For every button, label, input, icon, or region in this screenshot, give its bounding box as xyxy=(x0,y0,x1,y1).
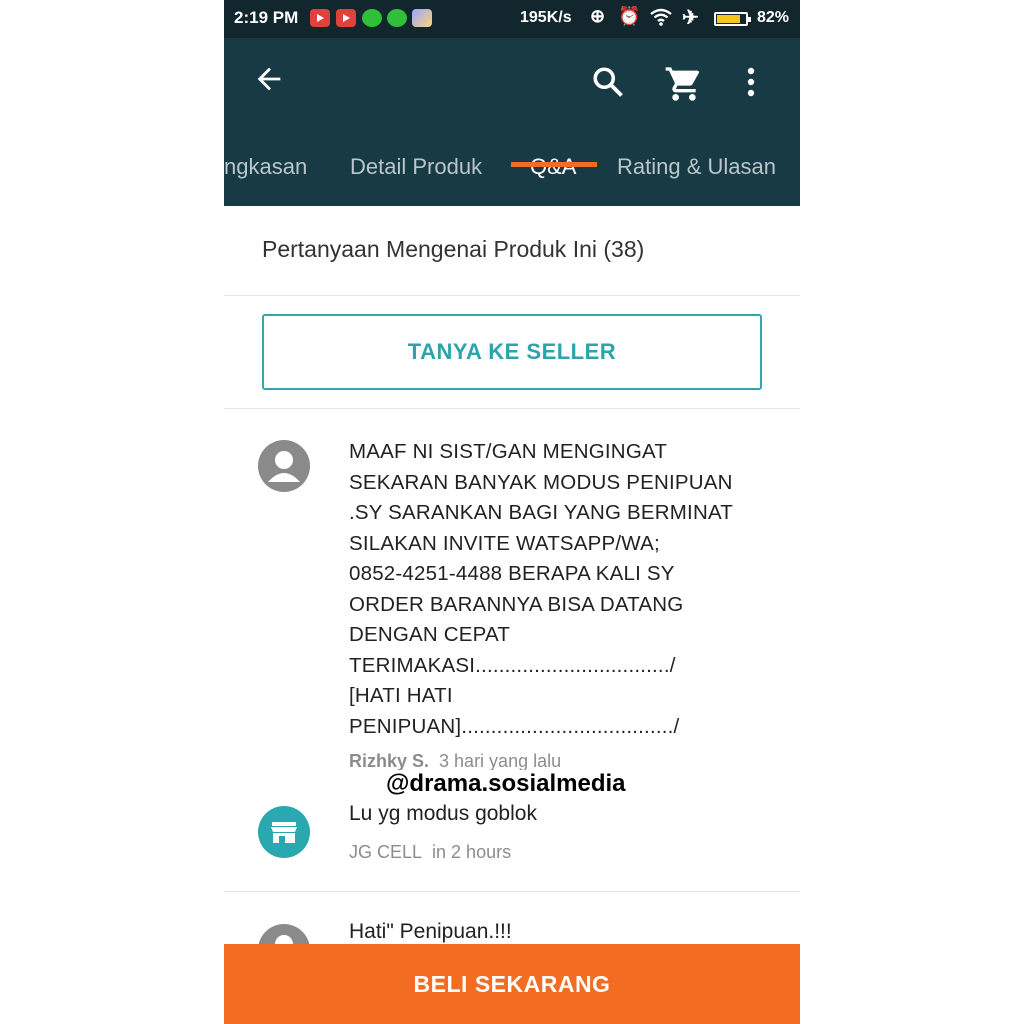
youtube-icon xyxy=(336,9,356,27)
airplane-icon: ✈ xyxy=(682,7,699,29)
user-avatar-icon xyxy=(258,440,310,492)
status-time: 2:19 PM xyxy=(234,8,299,27)
cart-icon[interactable] xyxy=(664,64,704,104)
reply-text: Lu yg modus goblok xyxy=(349,802,537,825)
buy-now-button[interactable]: BELI SEKARANG xyxy=(224,944,800,1024)
active-tab-indicator xyxy=(511,162,597,167)
battery-level xyxy=(717,15,740,23)
wifi-icon xyxy=(650,8,672,26)
reply-author[interactable]: JG CELL xyxy=(349,842,422,862)
watermark: @drama.sosialmedia xyxy=(384,770,628,798)
question-text: MAAF NI SIST/GAN MENGINGAT SEKARAN BANYA… xyxy=(349,440,734,738)
sync-icon: ⊕ xyxy=(590,6,606,26)
search-icon[interactable] xyxy=(590,64,626,100)
battery-percent: 82% xyxy=(757,9,790,26)
reply-meta: JG CELL in 2 hours xyxy=(349,842,511,863)
tab-qa[interactable]: Q&A xyxy=(530,154,576,180)
divider xyxy=(224,891,800,892)
net-speed: 195K/s xyxy=(520,9,572,26)
question-author[interactable]: Rizhky S. xyxy=(349,751,429,771)
status-bar: 2:19 PM 195K/s ⊕ ⏰ ✈ 82% xyxy=(224,0,800,38)
tab-ringkasan[interactable]: ngkasan xyxy=(224,154,307,180)
divider xyxy=(224,408,800,409)
question-meta: Rizhky S. 3 hari yang lalu xyxy=(349,751,561,772)
line-icon xyxy=(387,9,407,27)
tab-detail-produk[interactable]: Detail Produk xyxy=(350,154,482,180)
reply-time: in 2 hours xyxy=(432,842,512,862)
divider xyxy=(224,295,800,296)
gallery-icon xyxy=(412,9,432,27)
phone-screen: 2:19 PM 195K/s ⊕ ⏰ ✈ 82% ngkasan Detail … xyxy=(224,0,800,1024)
tab-bar: ngkasan Detail Produk Q&A Rating & Ulasa… xyxy=(224,148,800,204)
line-icon xyxy=(362,9,382,27)
qa-section-title: Pertanyaan Mengenai Produk Ini (38) xyxy=(262,236,645,262)
battery-icon xyxy=(714,12,751,26)
question-time: 3 hari yang lalu xyxy=(439,751,562,771)
back-arrow-icon[interactable] xyxy=(252,62,286,96)
ask-seller-button[interactable]: TANYA KE SELLER xyxy=(262,314,762,390)
more-vert-icon[interactable] xyxy=(746,66,756,98)
youtube-icon xyxy=(310,9,330,27)
app-toolbar: ngkasan Detail Produk Q&A Rating & Ulasa… xyxy=(224,38,800,206)
tab-rating-ulasan[interactable]: Rating & Ulasan xyxy=(617,154,776,180)
question-text: Hati" Penipuan.!!! xyxy=(349,920,512,943)
store-avatar-icon xyxy=(258,806,310,858)
alarm-icon: ⏰ xyxy=(618,6,641,26)
